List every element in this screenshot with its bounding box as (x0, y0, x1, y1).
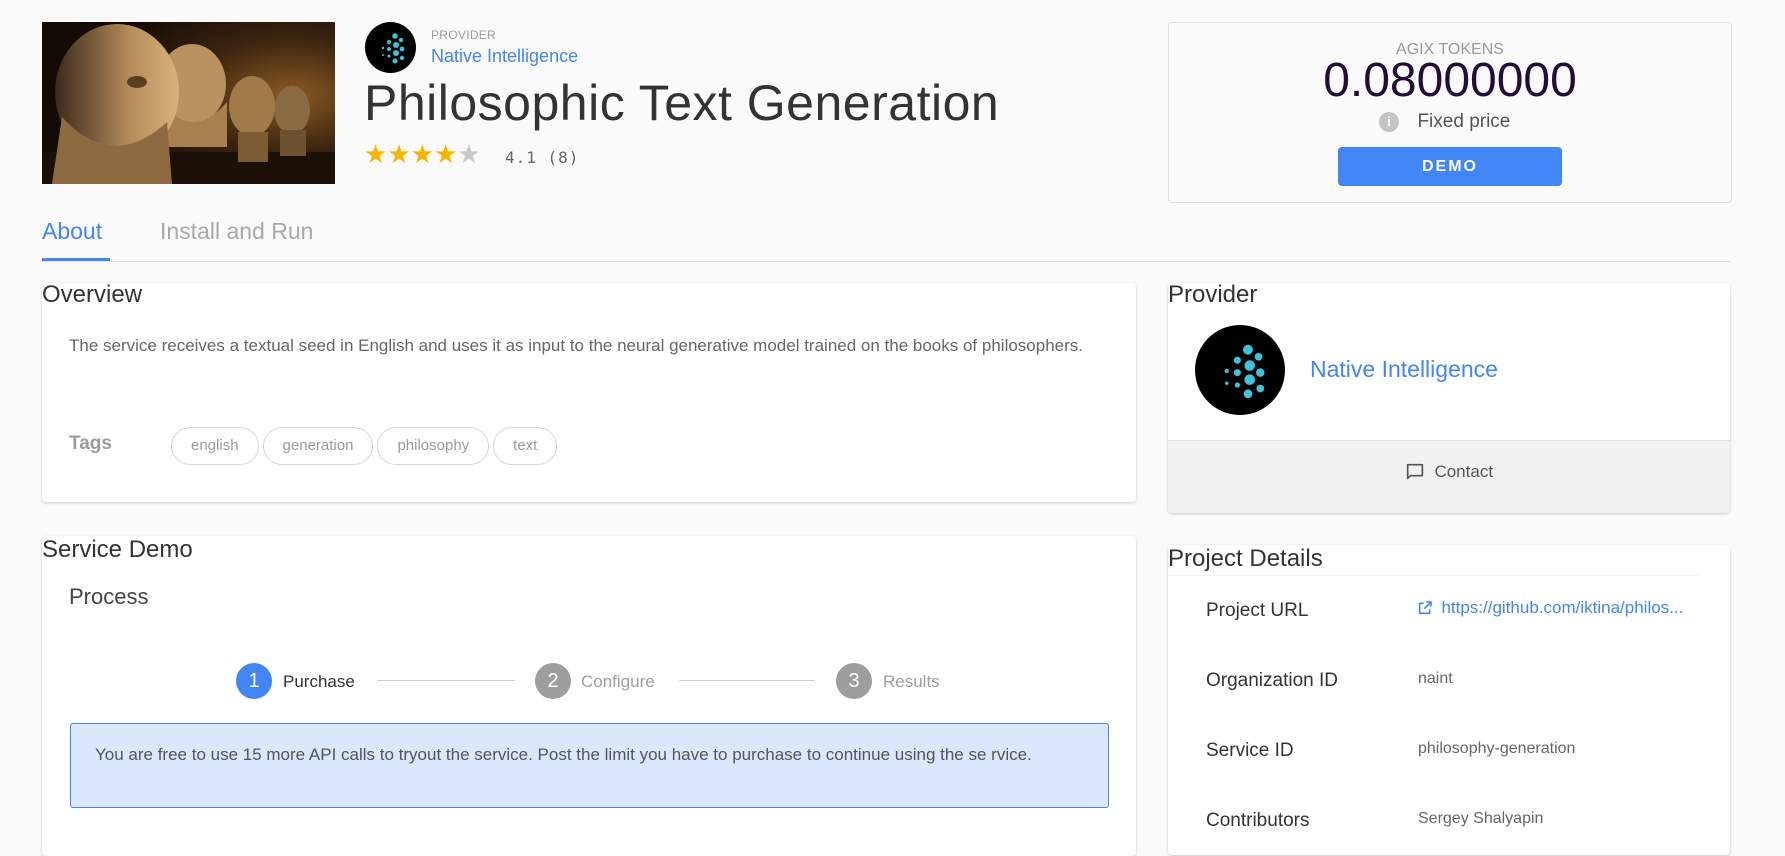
step-2-indicator: 2 (535, 663, 571, 699)
project-details-divider (1168, 575, 1698, 576)
overview-title: Overview (42, 281, 143, 308)
tab-about[interactable]: About (42, 218, 102, 245)
star-icon: ★ (387, 139, 411, 169)
step-3-indicator: 3 (836, 663, 872, 699)
step-1-label: Purchase (283, 672, 355, 691)
service-id-label: Service ID (1206, 740, 1294, 761)
tag-chip[interactable]: generation (262, 427, 374, 465)
contact-label: Contact (1434, 462, 1494, 481)
project-url-link[interactable]: https://github.com/iktina/philos... (1417, 598, 1683, 618)
contact-button[interactable]: Contact (1404, 461, 1493, 487)
provider-link[interactable]: Native Intelligence (431, 46, 578, 67)
service-id-value: philosophy-generation (1418, 740, 1576, 757)
external-link-icon (1418, 601, 1432, 615)
tags-label: Tags (69, 433, 112, 454)
token-price: 0.08000000 (1323, 54, 1577, 107)
tag-chip[interactable]: philosophy (377, 427, 490, 465)
organization-id-label: Organization ID (1206, 670, 1339, 691)
contributors-value: Sergey Shalyapin (1418, 810, 1544, 827)
service-demo-title: Service Demo (42, 536, 193, 563)
step-connector (679, 680, 815, 681)
contributors-label: Contributors (1206, 810, 1310, 831)
free-calls-alert: You are free to use 15 more API calls to… (70, 723, 1109, 808)
project-url-label: Project URL (1206, 600, 1309, 621)
tab-install-and-run[interactable]: Install and Run (160, 218, 313, 245)
tabs-divider (42, 261, 1730, 262)
provider-card: Provider Native Intelligence Contact (1168, 283, 1730, 513)
provider-logo-icon (1224, 344, 1265, 399)
project-url-value[interactable]: https://github.com/iktina/philos... (1441, 598, 1683, 617)
demo-button[interactable]: DEMO (1338, 147, 1562, 186)
tag-chip[interactable]: english (171, 427, 259, 465)
step-1-indicator: 1 (236, 663, 272, 699)
star-rating: ★★★★★ (364, 139, 481, 169)
step-3-label: Results (883, 672, 940, 691)
price-type: Fixed price (1417, 111, 1511, 132)
provider-caption: PROVIDER (431, 28, 497, 42)
pricing-card: AGIX TOKENS 0.08000000 i Fixed price DEM… (1168, 22, 1732, 203)
step-2-label: Configure (581, 672, 655, 691)
star-icon: ★ (364, 139, 388, 169)
provider-card-title: Provider (1168, 283, 1258, 308)
provider-logo[interactable] (365, 22, 416, 73)
star-empty-icon: ★ (457, 139, 481, 169)
overview-description: The service receives a textual seed in E… (69, 336, 1083, 355)
price-type-row: i Fixed price (1379, 111, 1510, 137)
star-icon: ★ (410, 139, 434, 169)
overview-card: Overview The service receives a textual … (42, 281, 1136, 502)
project-details-card: Project Details (1168, 545, 1730, 855)
step-connector (377, 680, 515, 681)
tags-list: english generation philosophy text (171, 427, 561, 465)
service-title: Philosophic Text Generation (364, 75, 1000, 131)
provider-logo-icon (381, 33, 405, 64)
service-demo-card: Service Demo Process (42, 536, 1136, 856)
info-icon[interactable]: i (1379, 112, 1399, 132)
process-title: Process (69, 584, 149, 609)
organization-id-value: naint (1418, 670, 1453, 687)
provider-card-logo[interactable] (1195, 325, 1285, 415)
star-icon: ★ (433, 139, 458, 169)
service-hero-image (42, 22, 335, 184)
tag-chip[interactable]: text (493, 427, 558, 465)
free-calls-alert-text: You are free to use 15 more API calls to… (95, 745, 1032, 764)
rating-text: 4.1 (8) (505, 148, 580, 167)
project-details-title: Project Details (1168, 545, 1323, 572)
provider-card-name[interactable]: Native Intelligence (1310, 356, 1498, 383)
chat-icon (1406, 463, 1424, 480)
